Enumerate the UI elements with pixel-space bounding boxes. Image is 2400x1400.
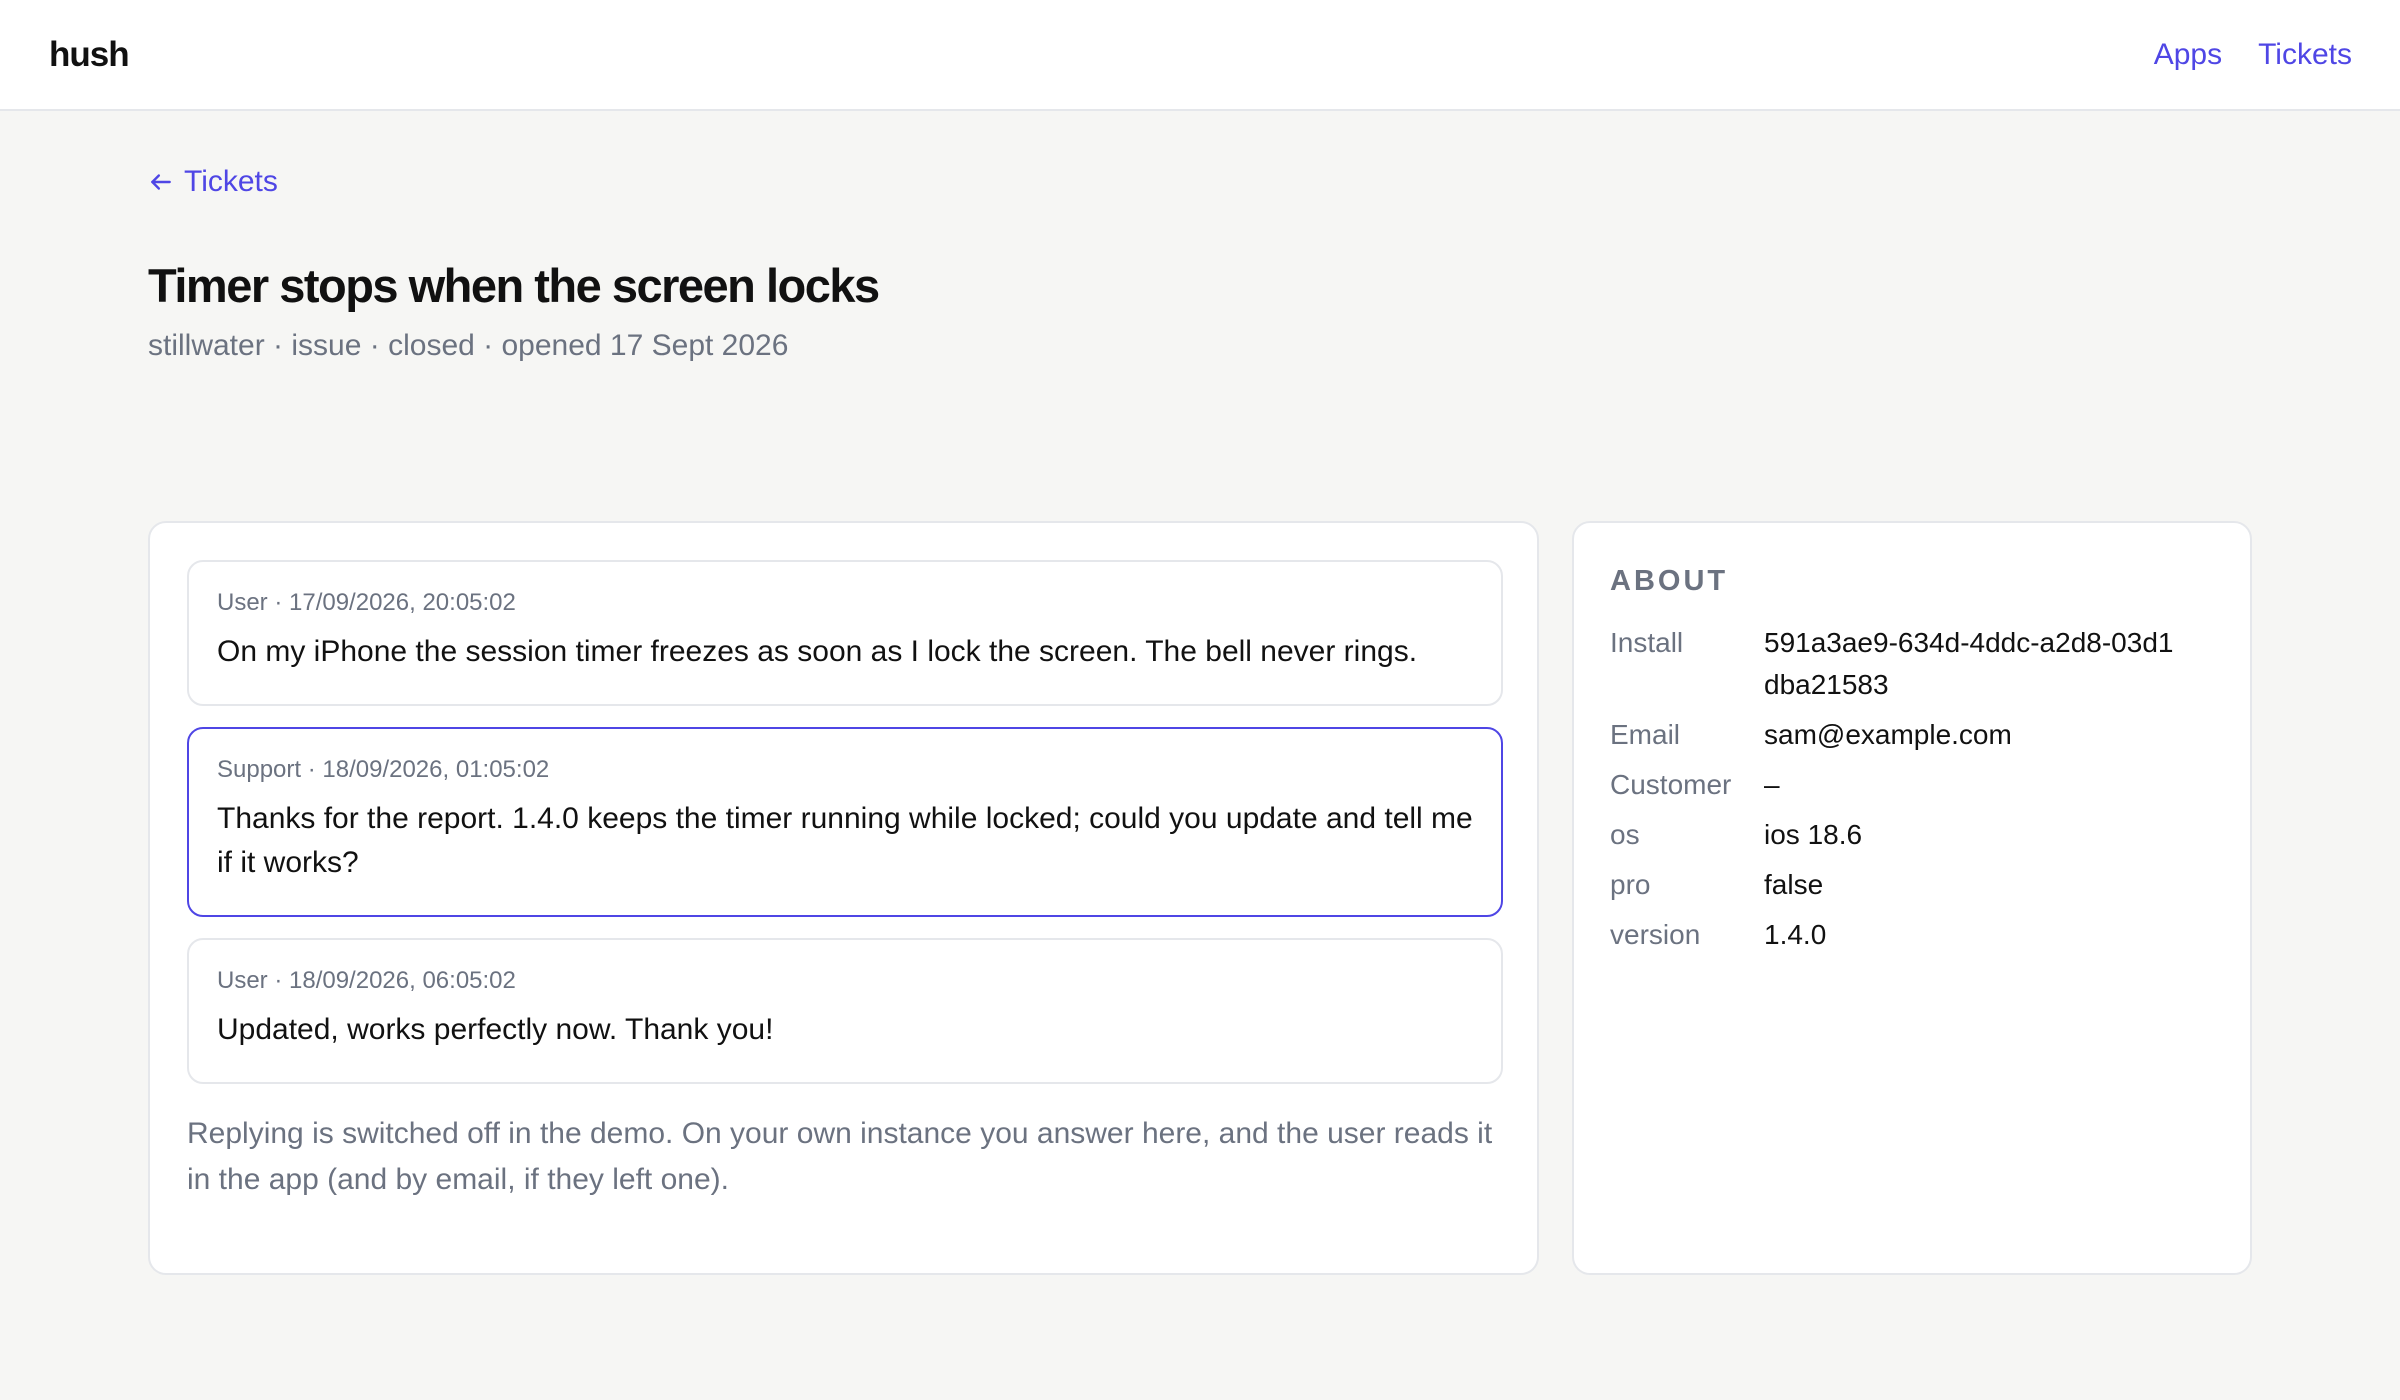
top-nav: Apps Tickets xyxy=(2154,38,2352,72)
about-key: Install xyxy=(1610,627,1684,658)
message-thread-panel: User · 17/09/2026, 20:05:02 On my iPhone… xyxy=(148,521,1539,1275)
ticket-type: issue xyxy=(291,329,362,362)
message-body: On my iPhone the session timer freezes a… xyxy=(217,635,1418,668)
about-value: false xyxy=(1764,869,1824,900)
about-row-customer: Customer – xyxy=(1610,764,2214,806)
ticket-meta: stillwater · issue · closed · opened 17 … xyxy=(148,329,789,362)
about-value: sam@example.com xyxy=(1764,719,2012,750)
message-header: Support · 18/09/2026, 01:05:02 xyxy=(217,756,550,783)
message-body: Updated, works perfectly now. Thank you! xyxy=(217,1013,774,1046)
about-row-version: version 1.4.0 xyxy=(1610,914,2214,956)
ticket-title: Timer stops when the screen locks xyxy=(148,259,880,312)
about-key: os xyxy=(1610,819,1640,850)
about-row-os: os ios 18.6 xyxy=(1610,814,2214,856)
message-header: User · 18/09/2026, 06:05:02 xyxy=(217,967,516,994)
back-link-label: Tickets xyxy=(184,165,278,198)
top-bar: hush Apps Tickets xyxy=(0,0,2400,111)
arrow-left-icon xyxy=(151,174,171,190)
ticket-opened-date: opened 17 Sept 2026 xyxy=(501,329,789,362)
nav-apps-link[interactable]: Apps xyxy=(2154,38,2222,72)
about-row-pro: pro false xyxy=(1610,864,2214,906)
message-support: Support · 18/09/2026, 01:05:02 Thanks fo… xyxy=(187,727,1503,917)
about-key: Email xyxy=(1610,719,1681,750)
ticket-app: stillwater xyxy=(148,329,265,362)
message-body: Thanks for the report. 1.4.0 keeps the t… xyxy=(217,802,1473,879)
about-value: 1.4.0 xyxy=(1764,919,1827,950)
about-value: 591a3ae9-634d-4ddc-a2d8-03d1dba21583 xyxy=(1764,627,2174,700)
about-key: version xyxy=(1610,919,1701,950)
about-row-install: Install 591a3ae9-634d-4ddc-a2d8-03d1dba2… xyxy=(1610,622,2214,706)
ticket-status: closed xyxy=(388,329,475,362)
about-key: Customer xyxy=(1610,769,1732,800)
about-heading: ABOUT xyxy=(1610,565,1729,597)
message-user: User · 18/09/2026, 06:05:02 Updated, wor… xyxy=(187,938,1503,1084)
about-key: pro xyxy=(1610,869,1651,900)
about-value: ios 18.6 xyxy=(1764,819,1863,850)
about-details: Install 591a3ae9-634d-4ddc-a2d8-03d1dba2… xyxy=(1610,622,2214,956)
about-value: – xyxy=(1764,769,1780,800)
message-user: User · 17/09/2026, 20:05:02 On my iPhone… xyxy=(187,560,1503,706)
reply-disabled-note: Replying is switched off in the demo. On… xyxy=(187,1117,1493,1196)
message-header: User · 17/09/2026, 20:05:02 xyxy=(217,589,516,616)
logo[interactable]: hush xyxy=(49,35,130,75)
about-row-email: Email sam@example.com xyxy=(1610,714,2214,756)
about-panel: ABOUT Install 591a3ae9-634d-4ddc-a2d8-03… xyxy=(1572,521,2252,1275)
back-to-tickets-link[interactable]: Tickets xyxy=(148,165,278,199)
nav-tickets-link[interactable]: Tickets xyxy=(2258,38,2352,72)
